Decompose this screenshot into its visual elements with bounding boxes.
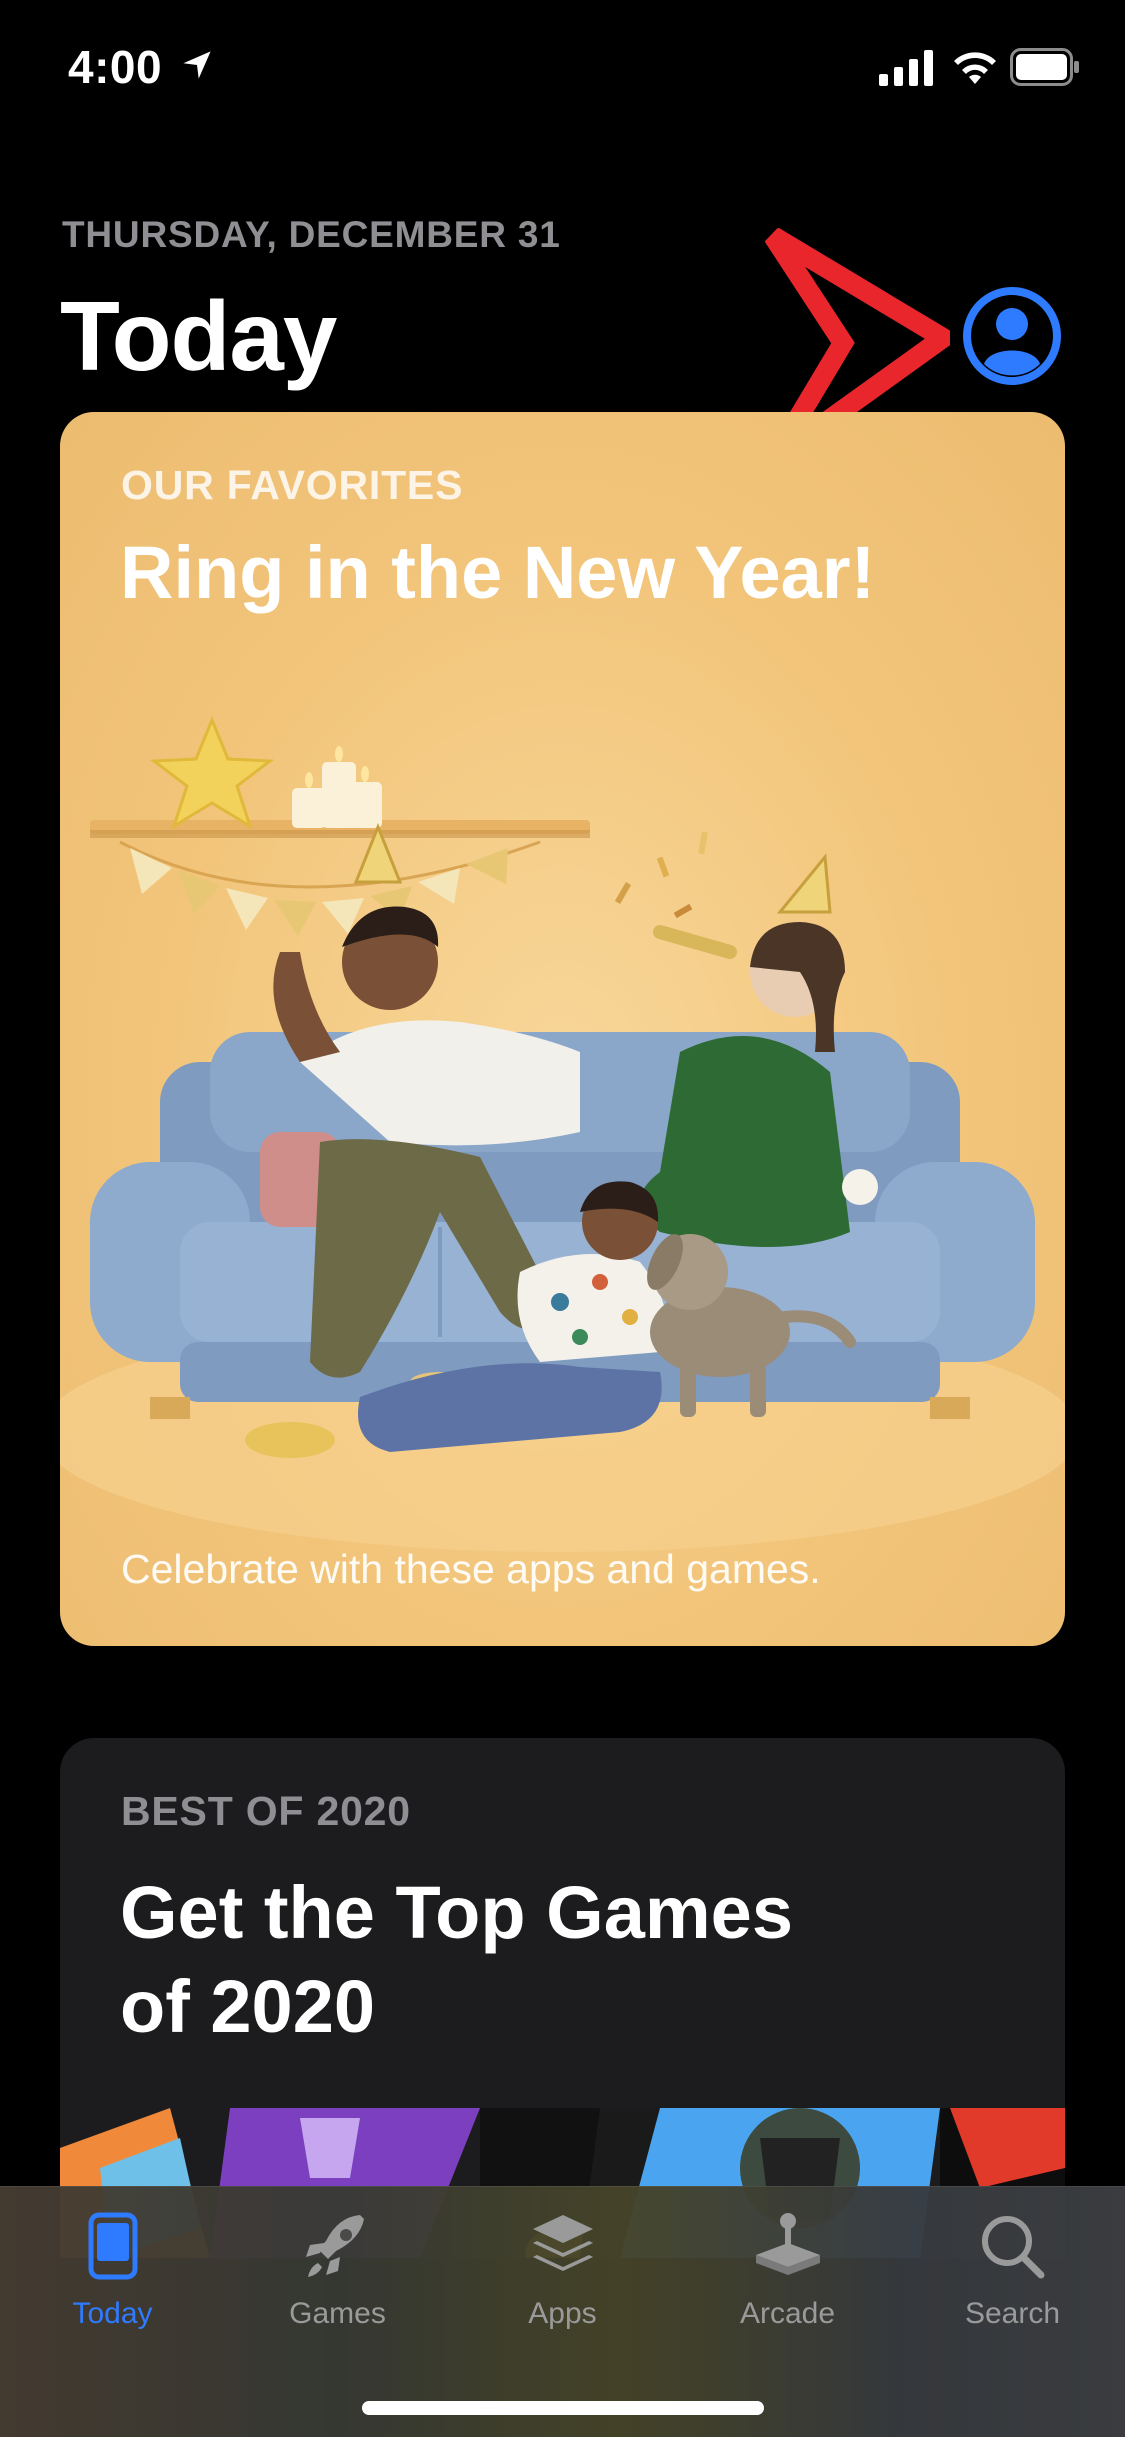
- tab-search[interactable]: Search: [900, 2207, 1125, 2357]
- story-card-our-favorites[interactable]: OUR FAVORITES Ring in the New Year! Cele…: [60, 412, 1065, 1646]
- battery-icon: [1010, 48, 1079, 86]
- location-arrow-icon: [183, 51, 211, 79]
- rocket-icon: [305, 2215, 364, 2277]
- cellular-signal-icon: [879, 50, 933, 86]
- card-title: Ring in the New Year!: [120, 531, 876, 614]
- date-label: THURSDAY, DECEMBER 31: [62, 214, 561, 255]
- tab-games[interactable]: Games: [225, 2207, 450, 2357]
- wifi-icon: [954, 52, 996, 84]
- home-indicator[interactable]: [362, 2401, 764, 2415]
- page-title: Today: [60, 281, 337, 391]
- tab-label: Apps: [528, 2297, 597, 2330]
- card-eyebrow-label: OUR FAVORITES: [121, 462, 464, 508]
- card-title: Get the Top Games of 2020: [120, 1871, 793, 2048]
- status-time: 4:00: [68, 41, 163, 93]
- tab-bar: Today Games Apps Arcade Search: [0, 2186, 1125, 2437]
- layers-icon: [532, 2215, 593, 2271]
- tab-today[interactable]: Today: [0, 2207, 225, 2357]
- tab-label: Arcade: [739, 2297, 836, 2330]
- tab-label: Games: [289, 2297, 386, 2330]
- joystick-icon: [755, 2213, 820, 2275]
- search-icon: [981, 2216, 1044, 2279]
- account-avatar-button[interactable]: [962, 286, 1062, 386]
- tab-arcade[interactable]: Arcade: [675, 2207, 900, 2357]
- status-bar: 4:00: [0, 0, 1125, 132]
- tab-label: Today: [72, 2297, 153, 2330]
- story-card-best-of-2020[interactable]: BEST OF 2020 Get the Top Games of 2020: [60, 1738, 1065, 2258]
- card-eyebrow-label: BEST OF 2020: [121, 1788, 411, 1834]
- today-icon: [88, 2212, 137, 2280]
- tab-label: Search: [964, 2297, 1061, 2330]
- tab-apps[interactable]: Apps: [450, 2207, 675, 2357]
- card-caption: Celebrate with these apps and games.: [121, 1546, 821, 1592]
